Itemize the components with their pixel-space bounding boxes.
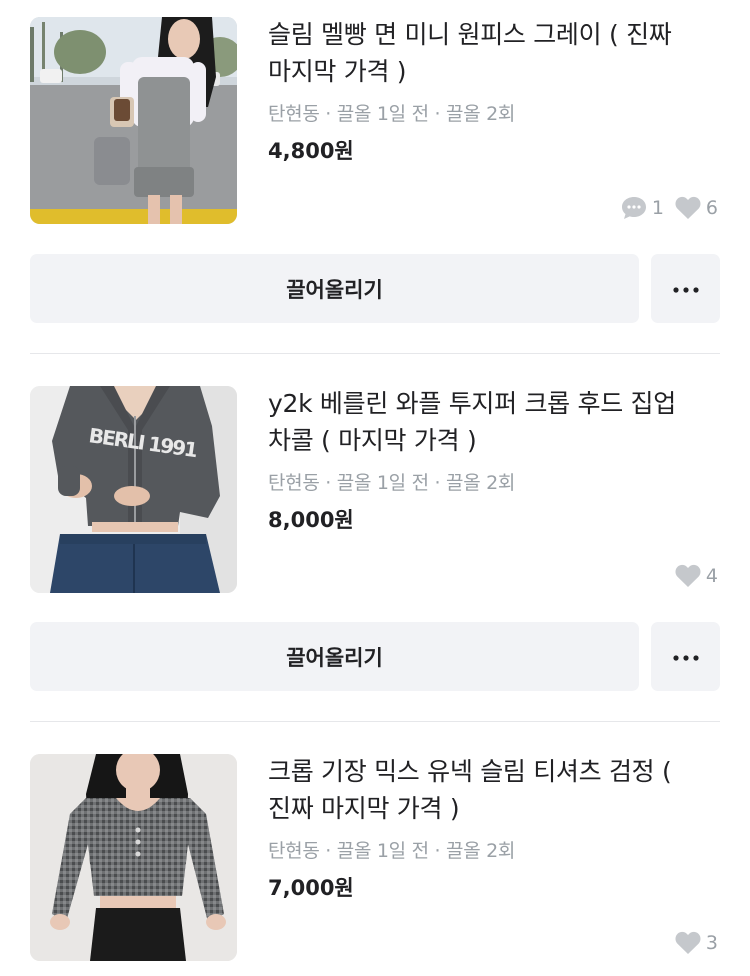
listing-actions: 끌어올리기 bbox=[30, 622, 720, 691]
heart-icon bbox=[674, 930, 702, 956]
product-photo-hoodie: BERLI 1991 bbox=[30, 386, 237, 593]
heart-icon bbox=[674, 195, 702, 221]
listing-location: 탄현동 bbox=[268, 472, 320, 494]
product-thumbnail[interactable]: BERLI 1991 bbox=[30, 386, 237, 593]
listing-info: y2k 베를린 와플 투지퍼 크롭 후드 집업 차콜 ( 마지막 가격 ) 탄현… bbox=[268, 386, 708, 535]
meta-separator: · bbox=[325, 840, 332, 862]
meta-separator: · bbox=[325, 472, 332, 494]
listing-price: 8,000원 bbox=[268, 508, 354, 532]
listing-bump-count: 끌올 2회 bbox=[446, 840, 516, 862]
divider bbox=[30, 353, 720, 354]
more-dots-icon bbox=[672, 649, 699, 664]
product-thumbnail[interactable] bbox=[30, 17, 237, 224]
listing-meta: 탄현동 · 끌올 1일 전 · 끌올 2회 bbox=[268, 469, 708, 497]
listing-price: 7,000원 bbox=[268, 876, 354, 900]
like-count: 3 bbox=[705, 932, 718, 954]
listing-title[interactable]: 슬림 멜빵 면 미니 원피스 그레이 ( 진짜 마지막 가격 ) bbox=[268, 16, 708, 90]
listing-bumped-time: 끌올 1일 전 bbox=[336, 103, 429, 125]
listing-stats: 1 6 bbox=[620, 195, 718, 221]
comment-count: 1 bbox=[651, 197, 664, 219]
like-count-stat: 4 bbox=[674, 563, 718, 589]
comment-count-stat: 1 bbox=[620, 195, 664, 221]
like-count-stat: 3 bbox=[674, 930, 718, 956]
meta-separator: · bbox=[434, 472, 441, 494]
listing-stats: 4 bbox=[674, 563, 718, 589]
listing-item[interactable]: BERLI 1991 y2k 베를린 와플 투지퍼 크롭 후드 집업 차콜 ( … bbox=[0, 386, 750, 696]
bump-button[interactable]: 끌어올리기 bbox=[30, 254, 639, 323]
comment-bubble-icon bbox=[620, 195, 648, 221]
product-photo-dress bbox=[30, 17, 237, 224]
product-photo-tshirt bbox=[30, 754, 237, 961]
listing-bumped-time: 끌올 1일 전 bbox=[336, 472, 429, 494]
meta-separator: · bbox=[434, 840, 441, 862]
listing-bump-count: 끌올 2회 bbox=[446, 472, 516, 494]
product-thumbnail[interactable] bbox=[30, 754, 237, 961]
listing-item[interactable]: 크롭 기장 믹스 유넥 슬림 티셔츠 검정 ( 진짜 마지막 가격 ) 탄현동 … bbox=[0, 754, 750, 976]
listing-info: 슬림 멜빵 면 미니 원피스 그레이 ( 진짜 마지막 가격 ) 탄현동 · 끌… bbox=[268, 17, 708, 166]
bump-button[interactable]: 끌어올리기 bbox=[30, 622, 639, 691]
divider bbox=[30, 721, 720, 722]
listing-stats: 3 bbox=[674, 930, 718, 956]
listing-location: 탄현동 bbox=[268, 103, 320, 125]
listing-info: 크롭 기장 믹스 유넥 슬림 티셔츠 검정 ( 진짜 마지막 가격 ) 탄현동 … bbox=[268, 754, 708, 903]
meta-separator: · bbox=[434, 103, 441, 125]
listing-actions: 끌어올리기 bbox=[30, 254, 720, 323]
listing-location: 탄현동 bbox=[268, 840, 320, 862]
more-options-button[interactable] bbox=[651, 254, 720, 323]
meta-separator: · bbox=[325, 103, 332, 125]
like-count-stat: 6 bbox=[674, 195, 718, 221]
listing-title[interactable]: 크롭 기장 믹스 유넥 슬림 티셔츠 검정 ( 진짜 마지막 가격 ) bbox=[268, 753, 708, 827]
like-count: 4 bbox=[705, 565, 718, 587]
listing-bumped-time: 끌올 1일 전 bbox=[336, 840, 429, 862]
more-options-button[interactable] bbox=[651, 622, 720, 691]
heart-icon bbox=[674, 563, 702, 589]
listing-meta: 탄현동 · 끌올 1일 전 · 끌올 2회 bbox=[268, 837, 708, 865]
listing-bump-count: 끌올 2회 bbox=[446, 103, 516, 125]
more-dots-icon bbox=[672, 281, 699, 296]
like-count: 6 bbox=[705, 197, 718, 219]
listing-meta: 탄현동 · 끌올 1일 전 · 끌올 2회 bbox=[268, 100, 708, 128]
listing-title[interactable]: y2k 베를린 와플 투지퍼 크롭 후드 집업 차콜 ( 마지막 가격 ) bbox=[268, 385, 708, 459]
listing-price: 4,800원 bbox=[268, 139, 354, 163]
listing-item[interactable]: 슬림 멜빵 면 미니 원피스 그레이 ( 진짜 마지막 가격 ) 탄현동 · 끌… bbox=[0, 17, 750, 327]
